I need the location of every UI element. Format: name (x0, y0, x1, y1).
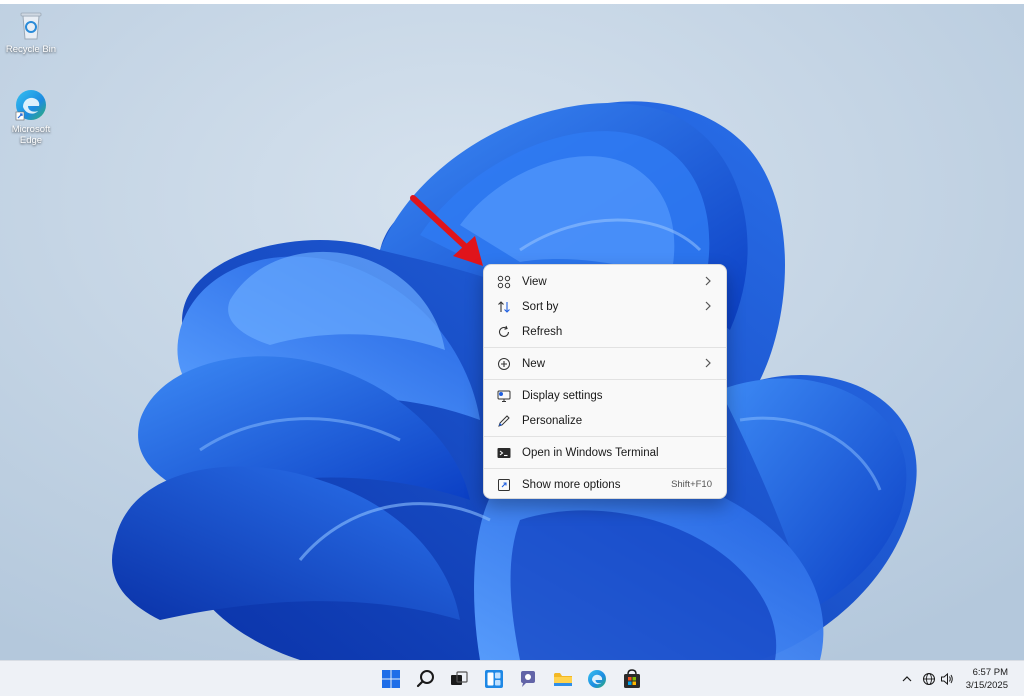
display-settings-icon (496, 388, 512, 404)
taskbar: 6:57 PM 3/15/2025 (0, 660, 1024, 696)
refresh-icon (496, 324, 512, 340)
edge-icon (14, 88, 48, 122)
menu-separator (484, 468, 726, 469)
desktop-icon-edge[interactable]: Microsoft Edge (0, 88, 62, 147)
clock-date: 3/15/2025 (965, 680, 1008, 691)
menu-item-new[interactable]: New (488, 351, 722, 376)
chevron-right-icon (704, 276, 712, 289)
network-icon[interactable] (922, 672, 936, 686)
store-icon[interactable] (622, 669, 642, 689)
menu-item-show-more-options[interactable]: Show more options Shift+F10 (488, 472, 722, 497)
clock-time: 6:57 PM (972, 667, 1008, 678)
menu-item-sort-by[interactable]: Sort by (488, 294, 722, 319)
desktop-icon-label: Recycle Bin (5, 44, 57, 55)
menu-item-label: Display settings (522, 389, 603, 402)
window-top-edge (0, 0, 1024, 4)
menu-separator (484, 347, 726, 348)
desktop-icon-recycle-bin[interactable]: Recycle Bin (0, 8, 62, 56)
volume-icon[interactable] (940, 672, 954, 686)
menu-item-label: View (522, 275, 547, 288)
chevron-up-icon[interactable] (900, 672, 914, 686)
terminal-icon (496, 445, 512, 461)
menu-item-refresh[interactable]: Refresh (488, 319, 722, 344)
recycle-bin-icon (14, 8, 48, 42)
menu-separator (484, 379, 726, 380)
new-plus-icon (496, 356, 512, 372)
menu-item-personalize[interactable]: Personalize (488, 408, 722, 433)
personalize-pen-icon (496, 413, 512, 429)
menu-item-label: Refresh (522, 325, 563, 338)
menu-item-label: New (522, 357, 546, 370)
file-explorer-icon[interactable] (553, 669, 573, 689)
menu-item-display-settings[interactable]: Display settings (488, 383, 722, 408)
menu-item-open-terminal[interactable]: Open in Windows Terminal (488, 440, 722, 465)
menu-item-label: Sort by (522, 300, 559, 313)
widgets-icon[interactable] (484, 669, 504, 689)
menu-item-view[interactable]: View (488, 269, 722, 294)
more-options-icon (496, 477, 512, 493)
start-icon[interactable] (381, 669, 401, 689)
task-view-icon[interactable] (449, 669, 469, 689)
menu-item-label: Personalize (522, 414, 583, 427)
sort-icon (496, 299, 512, 315)
annotation-arrow-icon (410, 195, 483, 266)
system-clock[interactable]: 6:57 PM 3/15/2025 (966, 666, 1008, 692)
menu-item-label: Show more options (522, 478, 621, 491)
search-icon[interactable] (416, 669, 436, 689)
desktop-context-menu: View Sort by Refresh New Display setting… (483, 264, 727, 499)
chevron-right-icon (704, 358, 712, 371)
view-grid-icon (496, 274, 512, 290)
edge-icon[interactable] (587, 669, 607, 689)
shortcut-hint: Shift+F10 (671, 479, 712, 490)
desktop-icon-label: Microsoft Edge (11, 124, 51, 146)
menu-item-label: Open in Windows Terminal (522, 446, 659, 459)
teams-chat-icon[interactable] (518, 669, 538, 689)
menu-separator (484, 436, 726, 437)
chevron-right-icon (704, 301, 712, 314)
